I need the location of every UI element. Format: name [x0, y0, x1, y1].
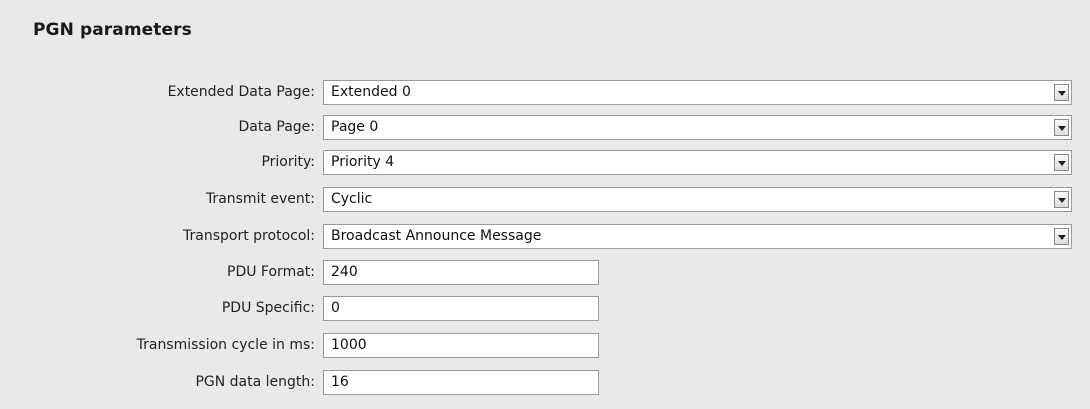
pgn-data-length-row: PGN data length: 16 — [0, 370, 1090, 395]
pdu-specific-row: PDU Specific: 0 — [0, 296, 1090, 321]
pdu-specific-input[interactable]: 0 — [323, 296, 599, 321]
transmission-cycle-value: 1000 — [331, 337, 367, 353]
transmit-event-select[interactable]: Cyclic — [323, 187, 1072, 212]
chevron-down-icon[interactable] — [1054, 191, 1069, 208]
priority-select[interactable]: Priority 4 — [323, 150, 1072, 175]
transmission-cycle-input[interactable]: 1000 — [323, 333, 599, 358]
chevron-down-icon[interactable] — [1054, 154, 1069, 171]
priority-value: Priority 4 — [331, 154, 395, 170]
data-page-value: Page 0 — [331, 119, 379, 135]
transmit-event-label: Transmit event: — [205, 191, 315, 207]
transmit-event-value: Cyclic — [331, 191, 373, 207]
transmission-cycle-label: Transmission cycle in ms: — [136, 337, 315, 353]
extended-data-page-label: Extended Data Page: — [167, 84, 315, 100]
pgn-data-length-value: 16 — [331, 374, 349, 390]
priority-label: Priority: — [261, 154, 315, 170]
pdu-format-row: PDU Format: 240 — [0, 260, 1090, 285]
pgn-data-length-input[interactable]: 16 — [323, 370, 599, 395]
priority-row: Priority: Priority 4 — [0, 150, 1090, 175]
pdu-format-label: PDU Format: — [227, 264, 315, 280]
chevron-down-icon[interactable] — [1054, 84, 1069, 101]
transmit-event-row: Transmit event: Cyclic — [0, 187, 1090, 212]
chevron-down-icon[interactable] — [1054, 119, 1069, 136]
data-page-select[interactable]: Page 0 — [323, 115, 1072, 140]
chevron-down-icon[interactable] — [1054, 228, 1069, 245]
panel-title: PGN parameters — [33, 20, 192, 40]
transport-protocol-value: Broadcast Announce Message — [331, 228, 542, 244]
pgn-parameters-panel: PGN parameters Extended Data Page: Exten… — [0, 0, 1090, 409]
extended-data-page-select[interactable]: Extended 0 — [323, 80, 1072, 105]
transport-protocol-select[interactable]: Broadcast Announce Message — [323, 224, 1072, 249]
pdu-format-input[interactable]: 240 — [323, 260, 599, 285]
transmission-cycle-row: Transmission cycle in ms: 1000 — [0, 333, 1090, 358]
extended-data-page-row: Extended Data Page: Extended 0 — [0, 80, 1090, 105]
extended-data-page-value: Extended 0 — [331, 84, 411, 100]
transport-protocol-label: Transport protocol: — [183, 228, 315, 244]
data-page-row: Data Page: Page 0 — [0, 115, 1090, 140]
data-page-label: Data Page: — [238, 119, 316, 135]
transport-protocol-row: Transport protocol: Broadcast Announce M… — [0, 224, 1090, 249]
pdu-specific-label: PDU Specific: — [221, 300, 315, 316]
pdu-specific-value: 0 — [331, 300, 340, 316]
pgn-data-length-label: PGN data length: — [195, 374, 315, 390]
pdu-format-value: 240 — [331, 264, 358, 280]
